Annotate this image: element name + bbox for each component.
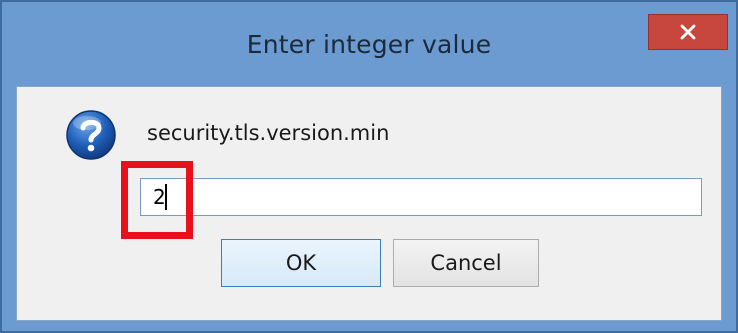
dialog-window: Enter integer value security.tls.version… [0,0,738,333]
question-icon [66,110,116,160]
close-button[interactable] [648,14,728,50]
dialog-body: security.tls.version.min OK Cancel [16,86,722,321]
close-icon [680,24,696,40]
integer-value-input[interactable] [140,178,702,216]
dialog-title: Enter integer value [246,30,492,59]
cancel-button[interactable]: Cancel [393,239,539,287]
title-bar[interactable]: Enter integer value [2,2,736,88]
text-caret [165,184,167,210]
ok-button[interactable]: OK [221,239,381,287]
preference-name-label: security.tls.version.min [147,121,390,145]
